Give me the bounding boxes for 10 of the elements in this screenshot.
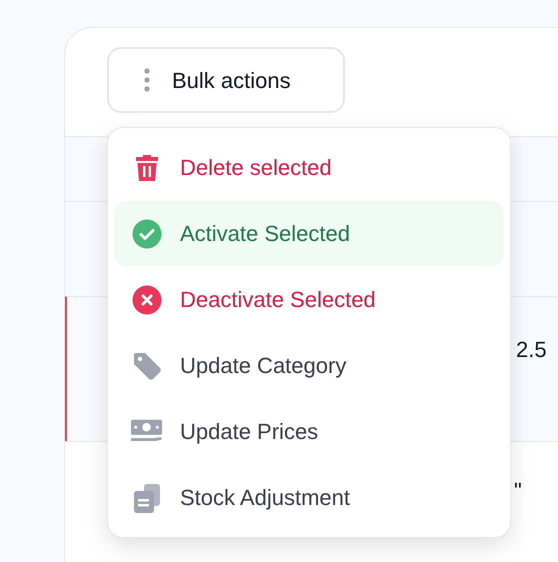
table-cell-text: 2.5 bbox=[516, 336, 547, 364]
menu-item[interactable]: Activate Selected bbox=[115, 201, 503, 266]
trash-icon bbox=[134, 152, 160, 182]
more-vertical-icon bbox=[144, 68, 150, 92]
close-circle-icon bbox=[132, 284, 162, 314]
check-circle-icon bbox=[132, 218, 162, 248]
bulk-actions-button[interactable]: Bulk actions bbox=[107, 47, 345, 113]
table-cell-text: " bbox=[514, 477, 522, 505]
tag-icon bbox=[132, 350, 162, 380]
clipboards-icon bbox=[132, 482, 162, 514]
